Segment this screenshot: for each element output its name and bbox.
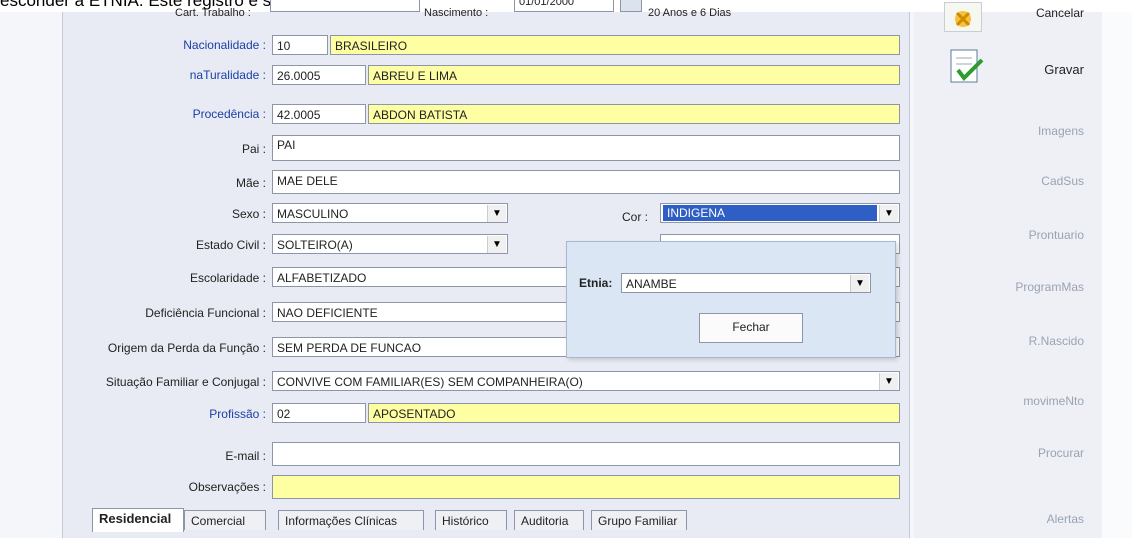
profissao-label[interactable]: Profissão : [209,403,266,425]
sexo-select[interactable]: MASCULINO ▼ [272,203,508,223]
save-icon[interactable] [948,48,986,88]
chevron-down-icon[interactable]: ▼ [850,275,869,292]
chevron-down-icon[interactable]: ▼ [487,236,506,253]
prontuario-button[interactable]: Prontuario [1029,228,1084,242]
calendar-icon[interactable] [620,0,642,12]
procurar-button[interactable]: Procurar [1038,446,1084,460]
chevron-down-icon[interactable]: ▼ [487,205,506,222]
fechar-button[interactable]: Fechar [699,313,803,343]
etnia-popup: Etnia: ANAMBE ▼ Fechar [566,241,896,358]
pai-label: Pai : [241,142,266,156]
profissao-code[interactable]: 02 [272,403,366,423]
nascimento-input[interactable]: 01/01/2000 [514,0,614,12]
situacao-label: Situação Familiar e Conjugal : [105,375,266,389]
rnascido-button[interactable]: R.Nascido [1029,334,1084,348]
estado-civil-select[interactable]: SOLTEIRO(A) ▼ [272,234,508,254]
mae-label: Mãe : [235,176,266,190]
estado-civil-label: Estado Civil : [195,238,266,252]
procedencia-label[interactable]: Procedência : [193,103,266,125]
profissao-name[interactable]: APOSENTADO [368,403,900,423]
etnia-label: Etnia: [579,276,613,290]
cor-label: Cor : [622,210,649,224]
tab-comercial[interactable]: Comercial [184,510,266,530]
tab-residencial[interactable]: Residencial [92,508,184,532]
nacionalidade-label[interactable]: Nacionalidade : [183,34,266,56]
cadsus-button[interactable]: CadSus [1041,174,1084,188]
cor-value: INDIGENA [663,205,877,221]
cancel-icon[interactable] [944,2,982,32]
cor-select[interactable]: INDIGENA ▼ [660,203,900,223]
etnia-select[interactable]: ANAMBE ▼ [621,273,871,293]
nascimento-label: Nascimento : [424,7,489,19]
origem-label: Origem da Perda da Função : [107,341,266,355]
tab-informacoes-clinicas[interactable]: Informações Clínicas [278,510,424,530]
cart-trabalho-input[interactable] [270,0,420,12]
sexo-value: MASCULINO [277,207,349,221]
window-edge [1102,12,1132,538]
naturalidade-code[interactable]: 26.0005 [272,65,366,85]
alertas-button[interactable]: Alertas [1047,512,1084,526]
movimento-button[interactable]: movimeNto [1023,394,1084,408]
tab-auditoria[interactable]: Auditoria [514,510,584,530]
email-input[interactable] [272,442,900,466]
programas-button[interactable]: ProgramMas [1015,280,1084,294]
age-text: 20 Anos e 6 Dias [648,7,732,19]
cart-trabalho-label: Cart. Trabalho : [175,7,251,19]
situacao-select[interactable]: CONVIVE COM FAMILIAR(ES) SEM COMPANHEIRA… [272,371,900,391]
tab-grupo-familiar[interactable]: Grupo Familiar [591,510,687,530]
observacoes-label: Observações : [188,480,266,494]
pai-input[interactable]: PAI [272,135,900,161]
situacao-value: CONVIVE COM FAMILIAR(ES) SEM COMPANHEIRA… [277,375,583,389]
deficiencia-label: Deficiência Funcional : [145,306,266,320]
imagens-button[interactable]: Imagens [1038,124,1084,138]
nacionalidade-name[interactable]: BRASILEIRO [330,35,900,55]
email-label: E-mail : [225,449,266,463]
tab-historico[interactable]: Histórico [435,510,507,530]
chevron-down-icon[interactable]: ▼ [879,205,898,222]
mae-input[interactable]: MAE DELE [272,170,900,194]
escolaridade-label: Escolaridade : [189,271,266,285]
nacionalidade-code[interactable]: 10 [272,35,328,55]
procedencia-code[interactable]: 42.0005 [272,104,366,124]
gravar-button[interactable]: Gravar [1044,62,1084,77]
procedencia-name[interactable]: ABDON BATISTA [368,104,900,124]
etnia-value: ANAMBE [626,277,677,291]
estado-civil-value: SOLTEIRO(A) [277,238,353,252]
chevron-down-icon[interactable]: ▼ [879,373,898,390]
sexo-label: Sexo : [231,207,266,221]
observacoes-input[interactable] [272,475,900,499]
naturalidade-label[interactable]: naTuralidade : [190,64,266,86]
naturalidade-name[interactable]: ABREU E LIMA [368,65,900,85]
cancelar-button[interactable]: Cancelar [1036,6,1084,20]
